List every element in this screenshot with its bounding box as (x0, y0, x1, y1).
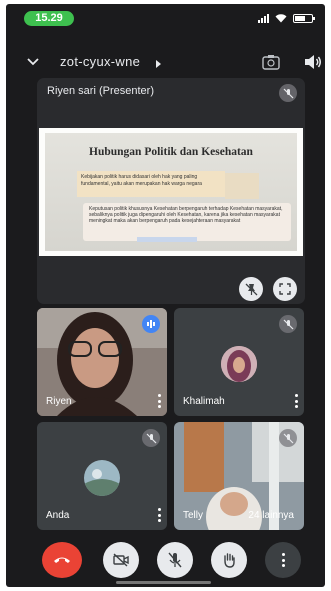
wifi-icon (275, 14, 287, 23)
presenter-name: Riyen sari (Presenter) (47, 85, 154, 97)
presenter-tile[interactable]: Riyen sari (Presenter) Hubungan Politik … (37, 78, 305, 304)
slide-image-strip (137, 237, 197, 242)
participant-name: Riyen (46, 396, 72, 407)
phone-hangup-icon (54, 557, 70, 563)
home-indicator (116, 581, 211, 584)
battery-icon (293, 14, 315, 23)
more-participants-label[interactable]: 24 lainnya (248, 510, 294, 521)
slide-text-box-2: Keputusan politik khususnya Kesehatan be… (83, 203, 291, 241)
meeting-code[interactable]: zot-cyux-wne (60, 54, 140, 69)
mic-off-icon (168, 552, 182, 568)
more-options-icon[interactable] (157, 394, 161, 408)
mic-off-icon (142, 429, 160, 447)
mic-off-icon (279, 429, 297, 447)
mic-toggle-button[interactable] (157, 542, 193, 578)
meet-screen: 15.29 zot-cyux-wne Riyen sari (Presenter… (6, 4, 325, 587)
speaking-indicator-icon (142, 315, 160, 333)
more-options-icon[interactable] (294, 394, 298, 408)
avatar (84, 460, 120, 496)
caret-right-icon[interactable] (156, 60, 161, 68)
speaker-icon[interactable] (304, 54, 322, 70)
participant-name: Telly (183, 510, 204, 521)
more-options-button[interactable] (265, 542, 301, 578)
avatar (221, 346, 257, 382)
participant-tile-telly[interactable]: Telly 24 lainnya (174, 422, 304, 530)
camera-off-icon (113, 553, 129, 567)
hand-icon (224, 553, 235, 568)
fullscreen-button[interactable] (273, 277, 297, 301)
raise-hand-button[interactable] (211, 542, 247, 578)
participant-tile-riyen[interactable]: Riyen (37, 308, 167, 416)
mic-off-icon (279, 84, 297, 102)
slide-text-box: Kebijakan politik harus didasari oleh ha… (77, 171, 225, 197)
participant-tile-khalimah[interactable]: Khalimah (174, 308, 304, 416)
slide-arrow-shape (225, 173, 259, 199)
fullscreen-icon (279, 283, 291, 295)
shared-slide: Hubungan Politik dan Kesehatan Kebijakan… (39, 128, 303, 256)
slide-title: Hubungan Politik dan Kesehatan (89, 146, 253, 158)
more-vert-icon (281, 553, 285, 567)
status-bar: 15.29 (6, 4, 325, 28)
switch-camera-icon[interactable] (262, 54, 280, 70)
end-call-button[interactable] (42, 542, 82, 578)
meeting-header: zot-cyux-wne (6, 51, 325, 75)
mic-off-icon (279, 315, 297, 333)
participant-name: Khalimah (183, 396, 225, 407)
participant-tile-anda[interactable]: Anda (37, 422, 167, 530)
camera-toggle-button[interactable] (103, 542, 139, 578)
status-icons (258, 13, 315, 23)
signal-icon (258, 13, 269, 23)
more-options-icon[interactable] (157, 508, 161, 522)
unpin-icon (245, 283, 257, 295)
participant-name: Anda (46, 510, 70, 521)
unpin-button[interactable] (239, 277, 263, 301)
call-controls (6, 542, 325, 582)
status-time: 15.29 (24, 11, 74, 26)
chevron-down-icon[interactable] (26, 55, 40, 69)
